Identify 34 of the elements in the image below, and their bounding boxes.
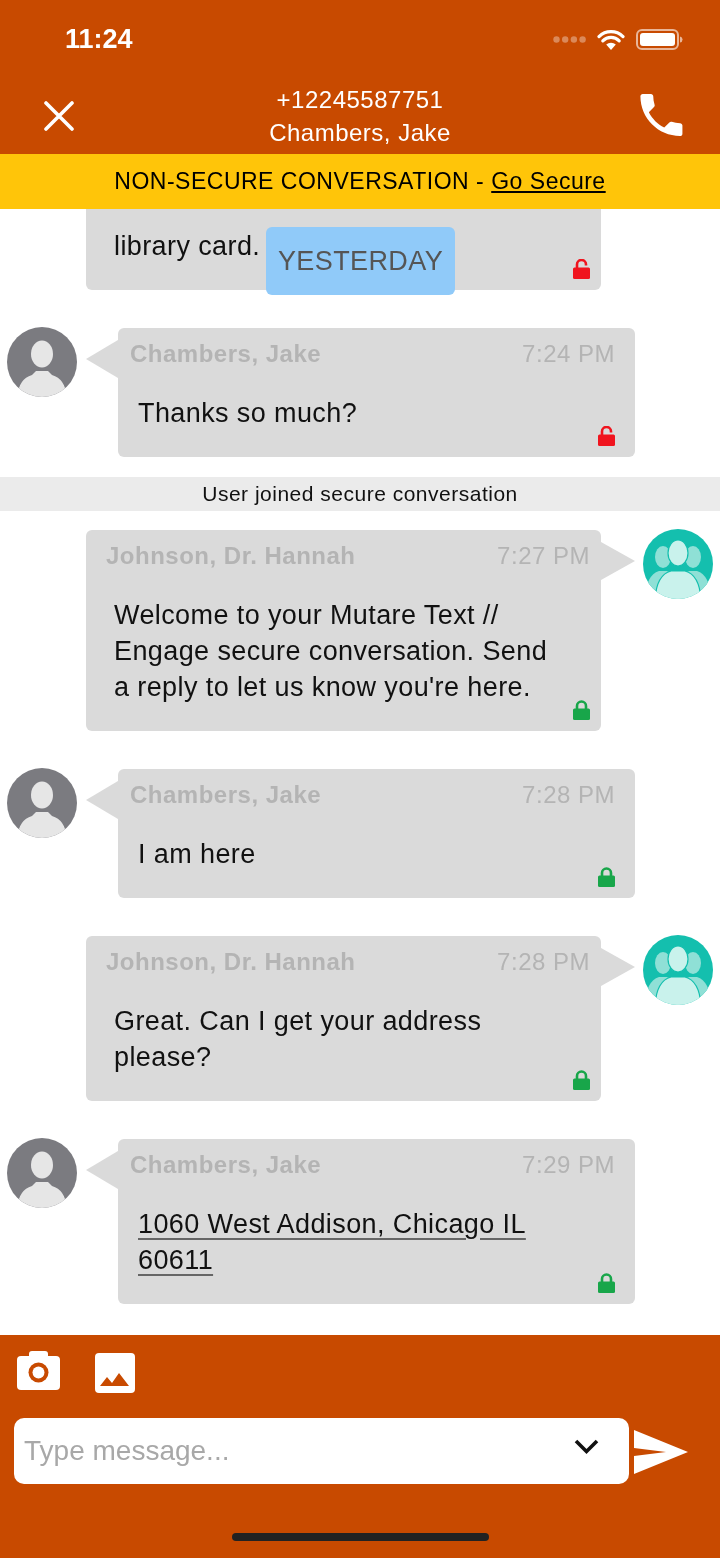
go-secure-link[interactable]: Go Secure	[491, 168, 606, 194]
date-badge: YESTERDAY	[266, 227, 455, 295]
status-time: 11:24	[65, 23, 133, 55]
avatar-icon	[7, 1138, 77, 1208]
system-notice: User joined secure conversation	[0, 477, 720, 511]
expand-button[interactable]	[574, 1438, 599, 1455]
avatar-icon	[7, 768, 77, 838]
message-text: I am here	[138, 838, 256, 871]
contact-name: Chambers, Jake	[269, 118, 451, 148]
send-button[interactable]	[634, 1430, 688, 1474]
message-text: Thanks so much?	[138, 397, 358, 430]
camera-icon	[17, 1351, 60, 1390]
gallery-button[interactable]	[95, 1353, 135, 1393]
call-button[interactable]	[640, 93, 684, 136]
group-avatar-icon	[643, 529, 713, 599]
message-text: Great. Can I get your address please?	[114, 1005, 483, 1074]
message-text: Welcome to your Mutare Text // Engage secure conversation. Send a reply to let us know you're here.	[114, 599, 549, 704]
group-avatar-icon	[643, 935, 713, 1005]
signal-icon	[553, 35, 586, 43]
battery-icon	[636, 28, 683, 50]
send-icon	[634, 1430, 688, 1474]
phone-icon	[640, 93, 684, 136]
image-icon	[95, 1353, 135, 1393]
close-icon	[44, 101, 74, 131]
close-button[interactable]	[44, 101, 74, 131]
message-input[interactable]: Type message...	[14, 1418, 629, 1484]
chevron-down-icon	[574, 1438, 599, 1455]
contact-phone-number: +12245587751	[276, 85, 444, 115]
security-warning-text: NON-SECURE CONVERSATION - Go Secure	[114, 168, 606, 195]
wifi-icon	[597, 28, 625, 50]
address-link[interactable]: 1060 West Addison, Chicago IL 60611	[138, 1206, 584, 1278]
avatar-icon	[7, 327, 77, 397]
camera-button[interactable]	[17, 1351, 60, 1390]
message-text: library card.	[114, 230, 261, 263]
